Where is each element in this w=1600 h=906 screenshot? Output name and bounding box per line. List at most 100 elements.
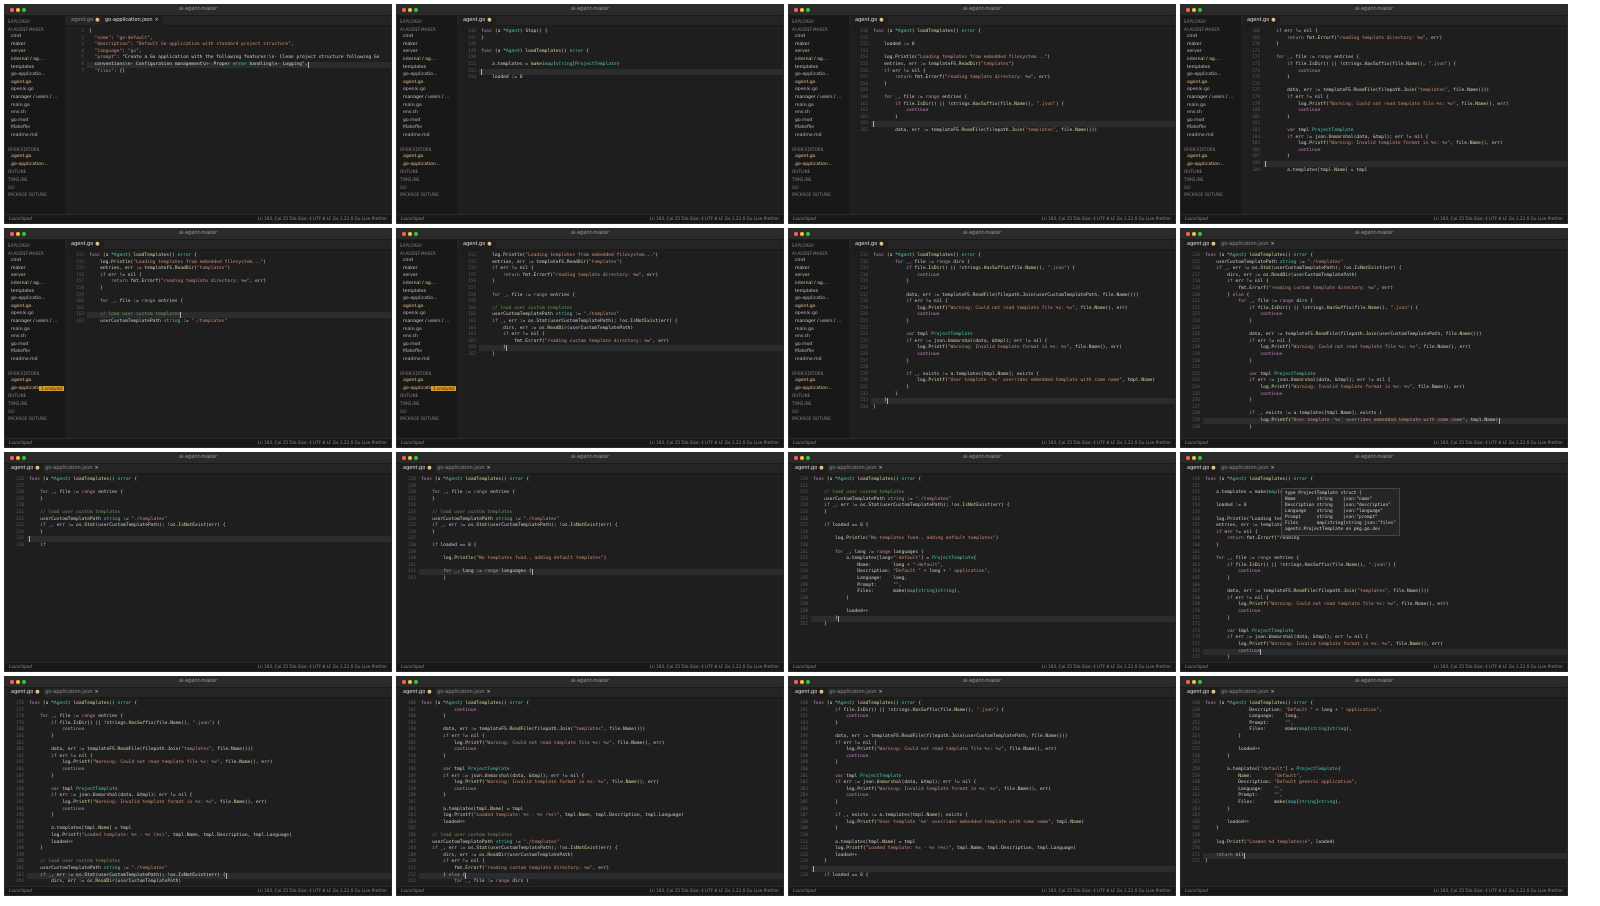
tab-agent-go[interactable]: agent.go ● — [399, 688, 436, 697]
code-area[interactable]: func (a *Agent) loadTemplates() error { … — [813, 474, 1169, 663]
explorer-file[interactable]: readme.md — [403, 133, 430, 138]
code-area[interactable]: if err != nil { return fmt.Errorf("readi… — [1265, 26, 1561, 215]
status-right[interactable]: Ln 183, Col 15 Tab Size: 4 UTF-8 LF Go 1… — [1434, 439, 1563, 447]
explorer-root-folder[interactable]: AI-AGENT-MAKER — [400, 251, 436, 256]
explorer-folder[interactable]: cmd — [403, 34, 413, 39]
explorer-file[interactable]: main.go — [403, 327, 422, 332]
tab-go-application-json[interactable]: go-application.json × — [1217, 688, 1279, 697]
status-right[interactable]: Ln 183, Col 15 Tab Size: 4 UTF-8 LF Go 1… — [1042, 439, 1171, 447]
close-tab-icon[interactable]: × — [487, 465, 491, 471]
explorer-file[interactable]: go-applicatio... — [403, 72, 437, 77]
sidebar-section[interactable]: OUTLINE — [8, 169, 26, 174]
explorer-file[interactable]: agent.go — [795, 80, 815, 85]
explorer-folder[interactable]: server — [403, 273, 418, 278]
explorer-file[interactable]: readme.md — [403, 357, 430, 362]
explorer-folder[interactable]: templates — [1187, 65, 1210, 70]
open-editor-item[interactable]: go-application... — [403, 162, 440, 167]
status-right[interactable]: Ln 183, Col 15 Tab Size: 4 UTF-8 LF Go 1… — [258, 439, 387, 447]
code-editor[interactable]: 226 227 228 229 230 231 232 233 234 235 236 func (a… — [5, 474, 391, 663]
tab-go-application-json[interactable]: go-application.json × — [1217, 240, 1279, 249]
explorer-folder[interactable]: server — [795, 49, 810, 54]
tab-agent-go[interactable]: agent.go ● — [459, 16, 496, 25]
explorer-folder[interactable]: cmd — [403, 258, 413, 263]
tab-agent-go[interactable]: agent.go ● — [67, 240, 104, 249]
explorer-folder[interactable]: templates — [795, 289, 818, 294]
status-left[interactable]: Launchpad — [1185, 439, 1208, 447]
explorer-file[interactable]: go.mod — [1187, 118, 1204, 123]
tab-agent-go[interactable]: agent.go ● — [851, 16, 888, 25]
code-area[interactable]: func (a *Agent) loadTemplates() error { … — [29, 698, 385, 887]
explorer-file[interactable]: main.go — [795, 327, 814, 332]
status-right[interactable]: Ln 183, Col 15 Tab Size: 4 UTF-8 LF Go 1… — [1434, 887, 1563, 895]
code-area[interactable]: func (a *Agent) loadTemplates() error { … — [29, 474, 385, 663]
explorer-folder[interactable]: internal / ag... — [11, 57, 43, 62]
status-right[interactable]: Ln 183, Col 15 Tab Size: 4 UTF-8 LF Go 1… — [1042, 887, 1171, 895]
tab-go-application-json[interactable]: go-application.json × — [41, 688, 103, 697]
explorer-file[interactable]: readme.md — [795, 133, 822, 138]
sidebar-section[interactable]: PACKAGE OUTLINE — [792, 416, 831, 421]
close-tab-icon[interactable]: × — [95, 689, 99, 695]
open-editors-section[interactable]: OPEN EDITORS — [400, 147, 431, 152]
open-editors-section[interactable]: OPEN EDITORS — [8, 371, 39, 376]
modified-dot-icon[interactable]: ● — [487, 241, 491, 247]
explorer-root-folder[interactable]: AI-AGENT-MAKER — [1184, 27, 1220, 32]
status-left[interactable]: Launchpad — [1185, 663, 1208, 671]
status-left[interactable]: Launchpad — [401, 215, 424, 223]
code-area[interactable]: { "name": "go-default", "description": "… — [89, 26, 385, 215]
explorer-file[interactable]: openai.go — [403, 311, 426, 316]
code-area[interactable]: func (a *Agent) loadTemplates() error { … — [1205, 698, 1561, 887]
tab-go-application-json[interactable]: go-application.json × — [41, 464, 103, 473]
explorer-folder[interactable]: maker — [403, 42, 418, 47]
open-editor-item[interactable]: agent.go — [11, 378, 31, 383]
tab-go-application-json[interactable]: go-application.json × — [433, 688, 495, 697]
sidebar-section[interactable]: TIMELINE — [400, 401, 419, 406]
explorer-folder[interactable]: manager / users / ... — [11, 319, 57, 324]
explorer-folder[interactable]: manager / users / ... — [795, 319, 841, 324]
tab-agent-go[interactable]: agent.go ● — [67, 16, 104, 25]
sidebar-section[interactable]: TIMELINE — [400, 177, 419, 182]
open-editor-item[interactable]: agent.go — [1187, 154, 1207, 159]
status-right[interactable]: Ln 183, Col 15 Tab Size: 4 UTF-8 LF Go 1… — [258, 887, 387, 895]
tab-go-application-json[interactable]: go-application.json × — [825, 688, 887, 697]
type-hover-popup[interactable]: type ProjectTemplate struct {Name string… — [1281, 488, 1401, 536]
code-editor[interactable]: 152 153 154 155 156 157 158 159 160 161 162 163 164 1… — [457, 250, 783, 439]
explorer-file[interactable]: agent.go — [403, 80, 423, 85]
open-editors-section[interactable]: OPEN EDITORS — [792, 371, 823, 376]
modified-dot-icon[interactable]: ● — [35, 689, 39, 695]
open-editor-item[interactable]: agent.go — [403, 378, 423, 383]
explorer-file[interactable]: Makefile — [403, 349, 422, 354]
tab-agent-go[interactable]: agent.go ● — [7, 688, 44, 697]
tab-agent-go[interactable]: agent.go ● — [1243, 16, 1280, 25]
explorer-file[interactable]: env.sh — [11, 110, 26, 115]
sidebar-section[interactable]: PACKAGE OUTLINE — [8, 416, 47, 421]
status-left[interactable]: Launchpad — [1185, 887, 1208, 895]
close-tab-icon[interactable]: × — [95, 465, 99, 471]
explorer-root-folder[interactable]: AI-AGENT-MAKER — [792, 251, 828, 256]
explorer-folder[interactable]: cmd — [1187, 34, 1197, 39]
explorer-folder[interactable]: internal / ag... — [795, 281, 827, 286]
explorer-folder[interactable]: maker — [795, 266, 810, 271]
status-right[interactable]: Ln 183, Col 15 Tab Size: 4 UTF-8 LF Go 1… — [1434, 663, 1563, 671]
explorer-folder[interactable]: internal / ag... — [403, 281, 435, 286]
tab-agent-go[interactable]: agent.go ● — [1183, 688, 1220, 697]
explorer-file[interactable]: env.sh — [403, 110, 418, 115]
code-editor[interactable]: 176 177 178 179 180 181 182 183 184 185 186 187 188 1… — [5, 698, 391, 887]
sidebar-section[interactable]: GO — [1184, 185, 1191, 190]
explorer-folder[interactable]: manager / users / ... — [1187, 95, 1233, 100]
explorer-file[interactable]: openai.go — [795, 87, 818, 92]
tab-go-application-json[interactable]: go-application.json × — [1217, 464, 1279, 473]
tab-agent-go[interactable]: agent.go ● — [459, 240, 496, 249]
tab-agent-go[interactable]: agent.go ● — [399, 464, 436, 473]
explorer-file[interactable]: go-applicatio... — [1187, 72, 1221, 77]
explorer-file[interactable]: openai.go — [403, 87, 426, 92]
tab-go-application-json[interactable]: go-application.json × — [433, 464, 495, 473]
open-editors-section[interactable]: OPEN EDITORS — [1184, 147, 1215, 152]
explorer-file[interactable]: agent.go — [795, 304, 815, 309]
explorer-folder[interactable]: maker — [795, 42, 810, 47]
explorer-folder[interactable]: cmd — [11, 258, 21, 263]
explorer-file[interactable]: openai.go — [795, 311, 818, 316]
explorer-file[interactable]: readme.md — [795, 357, 822, 362]
explorer-file[interactable]: go.mod — [403, 118, 420, 123]
explorer-root-folder[interactable]: AI-AGENT-MAKER — [8, 27, 44, 32]
explorer-folder[interactable]: templates — [795, 65, 818, 70]
